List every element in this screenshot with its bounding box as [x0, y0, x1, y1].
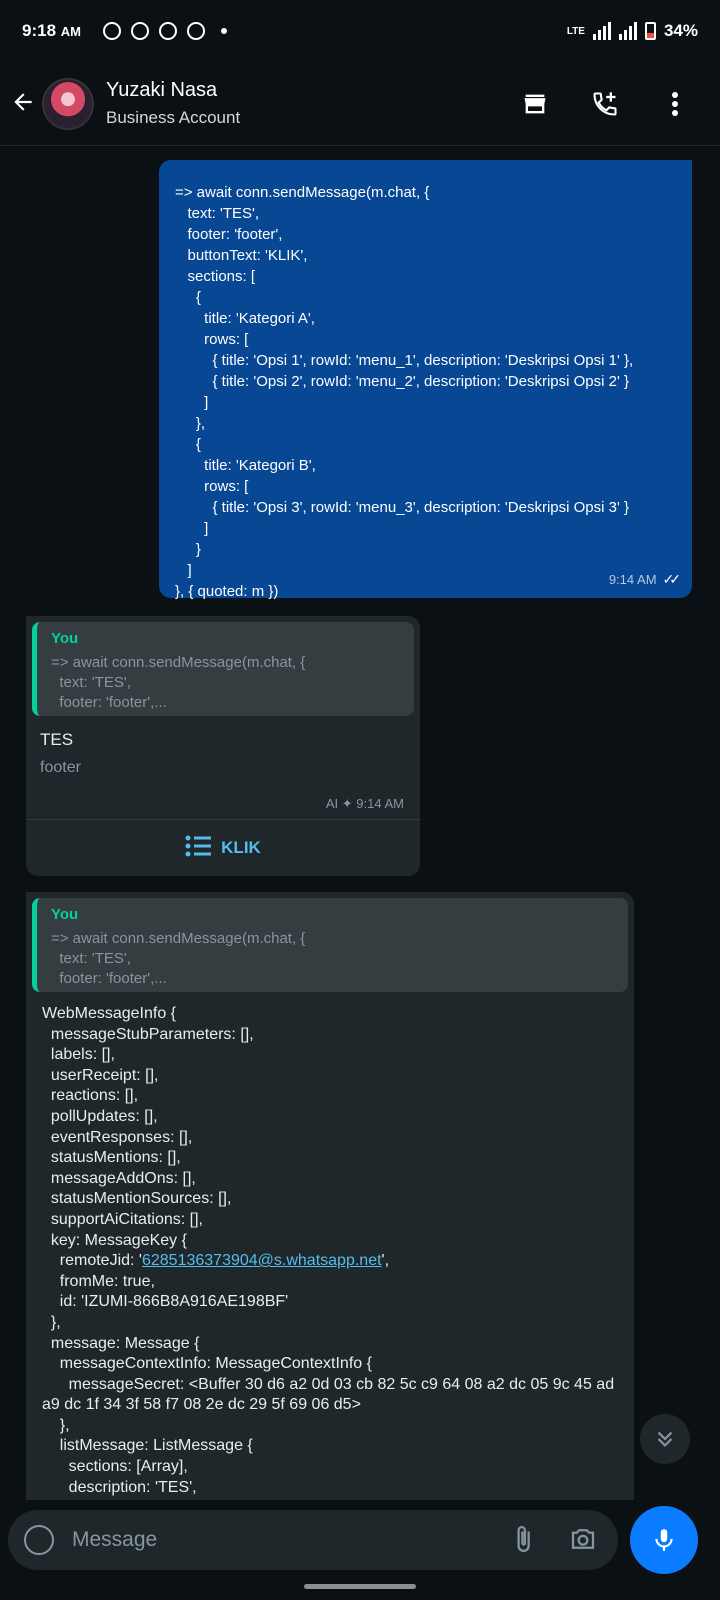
chat-area[interactable]: => await conn.sendMessage(m.chat, { text…: [0, 146, 720, 1500]
list-message-meta: AI ✦ 9:14 AM: [325, 796, 404, 811]
message-input-container[interactable]: Message: [8, 1510, 618, 1570]
attachment-icon[interactable]: [508, 1524, 538, 1554]
quoted-text: => await conn.sendMessage(m.chat, { text…: [51, 930, 306, 987]
add-call-icon[interactable]: [590, 89, 620, 119]
info-text-part-1: WebMessageInfo { messageStubParameters: …: [42, 1005, 254, 1270]
storefront-icon[interactable]: [520, 89, 550, 119]
list-icon: [185, 834, 212, 863]
back-arrow-icon[interactable]: [10, 88, 34, 120]
emoji-sticker-icon[interactable]: [24, 1525, 54, 1555]
status-time: 9:18 AM: [22, 21, 81, 40]
outgoing-message-text: => await conn.sendMessage(m.chat, { text…: [175, 184, 634, 600]
more-notifications-icon: [220, 28, 227, 34]
quoted-author: You: [51, 630, 79, 647]
telegram-icon: [158, 22, 177, 40]
list-button-label: KLIK: [221, 838, 261, 857]
quoted-message[interactable]: You => await conn.sendMessage(m.chat, { …: [32, 898, 628, 992]
list-message-text: TES: [40, 730, 74, 749]
microphone-icon: [655, 1529, 673, 1551]
microphone-button[interactable]: [630, 1506, 698, 1574]
double-chevron-down-icon: [657, 1431, 673, 1447]
composer: Message: [0, 1500, 720, 1600]
chat-header: Yuzaki Nasa Business Account: [0, 62, 720, 146]
avatar[interactable]: [42, 77, 94, 130]
contact-subtitle: Business Account: [106, 108, 241, 127]
info-text-part-2: ', fromMe: true, id: 'IZUMI-866B8A916AE1…: [42, 1252, 615, 1500]
whatsapp-icon: [102, 22, 121, 40]
discord-icon: [130, 22, 149, 40]
list-message[interactable]: You => await conn.sendMessage(m.chat, { …: [26, 616, 420, 876]
battery-percent: 34%: [663, 21, 698, 40]
quoted-author: You: [51, 906, 79, 923]
status-bar: 9:18 AM LTE 34%: [0, 0, 720, 62]
scroll-to-bottom-button[interactable]: [640, 1414, 690, 1464]
battery-icon: [644, 22, 656, 40]
read-receipt-icon: ✓✓: [662, 571, 682, 587]
notification-icons: [102, 22, 227, 40]
camera-icon[interactable]: [568, 1524, 598, 1554]
list-message-footer: footer: [40, 759, 81, 776]
more-options-icon[interactable]: [660, 89, 690, 119]
outgoing-message-time: 9:14 AM: [608, 572, 657, 587]
contact-name: Yuzaki Nasa: [106, 79, 218, 101]
contact-info[interactable]: Yuzaki Nasa Business Account: [106, 79, 240, 128]
outgoing-message[interactable]: => await conn.sendMessage(m.chat, { text…: [159, 160, 692, 600]
quoted-message[interactable]: You => await conn.sendMessage(m.chat, { …: [32, 622, 414, 716]
outgoing-message-meta: 9:14 AM ✓✓: [608, 569, 682, 590]
quoted-text: => await conn.sendMessage(m.chat, { text…: [51, 654, 306, 711]
phone-link[interactable]: 6285136373904@s.whatsapp.net: [142, 1252, 382, 1269]
home-indicator: [304, 1584, 416, 1589]
signal-icon: [592, 22, 611, 40]
list-button[interactable]: KLIK: [26, 820, 420, 876]
message-input[interactable]: Message: [72, 1528, 157, 1552]
info-message-text: WebMessageInfo { messageStubParameters: …: [42, 1004, 622, 1500]
network-type: LTE: [566, 25, 585, 37]
info-message[interactable]: You => await conn.sendMessage(m.chat, { …: [26, 892, 634, 1500]
whatsapp-business-icon: [186, 22, 205, 40]
signal-icon-2: [618, 22, 637, 40]
